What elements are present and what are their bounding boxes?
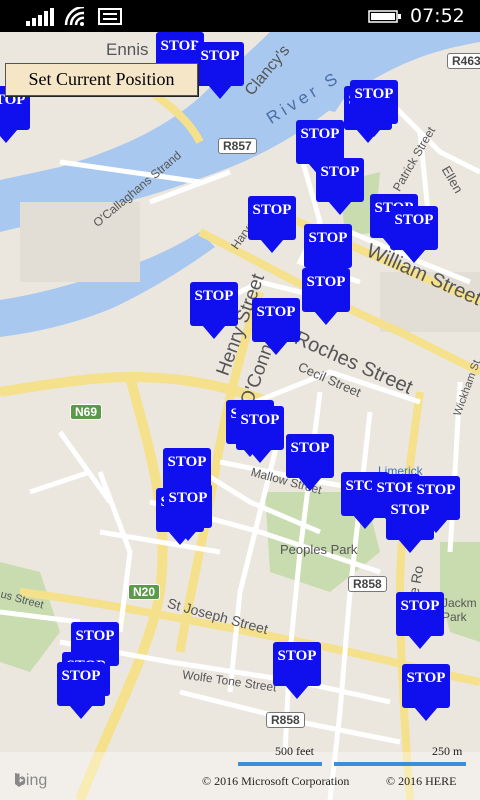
- clock: 07:52: [410, 5, 465, 27]
- set-current-position-button[interactable]: Set Current Position: [5, 63, 198, 96]
- bus-stop-marker[interactable]: STOP: [273, 642, 321, 700]
- microsoft-copyright: © 2016 Microsoft Corporation: [202, 774, 350, 788]
- label-peoples-park: Peoples Park: [280, 542, 358, 557]
- label-ennis: Ennis: [106, 40, 149, 59]
- label-jackman-park: Jackm Park: [442, 596, 477, 624]
- scale-feet-label: 500 feet: [275, 744, 314, 758]
- bus-stop-marker[interactable]: STOP: [190, 282, 238, 340]
- road-shield-n20: N20: [128, 584, 161, 600]
- wifi-icon: [64, 7, 85, 26]
- bus-stop-marker[interactable]: STOP: [164, 484, 212, 542]
- bus-stop-marker[interactable]: STOP: [396, 592, 444, 650]
- bus-stop-marker[interactable]: STOP: [252, 298, 300, 356]
- bus-stop-marker[interactable]: STOP: [386, 496, 434, 554]
- road-shield-n69: N69: [70, 404, 103, 420]
- bus-stop-marker[interactable]: STOP: [248, 196, 296, 254]
- scale-bar-meters: [334, 762, 466, 766]
- bus-stop-marker[interactable]: STOP: [57, 662, 105, 720]
- bus-stop-marker[interactable]: STOP: [236, 406, 284, 464]
- road-shield-r463: R463: [447, 53, 480, 69]
- battery-icon: [368, 10, 401, 23]
- bus-stop-marker[interactable]: STOP: [402, 664, 450, 722]
- road-shield-r858: R858: [266, 712, 305, 728]
- map-view[interactable]: Ennis Clancy's River S Patrick Street El…: [0, 32, 480, 800]
- road-shield-r858: R858: [348, 576, 387, 592]
- bus-stop-marker[interactable]: STOP: [390, 206, 438, 264]
- bing-icon: [15, 773, 25, 787]
- signal-strength-icon: [26, 8, 54, 26]
- bus-stop-marker[interactable]: STOP: [302, 268, 350, 326]
- road-shield-r857: R857: [218, 138, 257, 154]
- bus-stop-marker[interactable]: STOP: [316, 158, 364, 216]
- here-copyright: © 2016 HERE: [386, 774, 457, 788]
- message-icon: [98, 8, 122, 25]
- scale-meters-label: 250 m: [432, 744, 463, 758]
- scale-bar-feet: [238, 762, 322, 766]
- bing-logo: bing: [14, 772, 47, 790]
- bus-stop-marker[interactable]: STOP: [196, 42, 244, 100]
- status-bar: 07:52: [0, 0, 480, 32]
- bus-stop-marker[interactable]: STOP: [286, 434, 334, 492]
- bus-stop-marker[interactable]: STOP: [350, 80, 398, 138]
